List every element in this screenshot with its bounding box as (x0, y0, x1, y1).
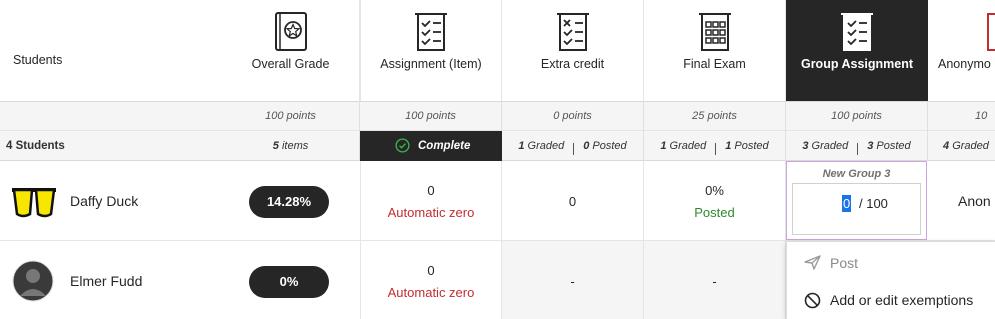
menu-item-exemptions[interactable]: Add or edit exemptions (787, 285, 995, 313)
grade-input-box[interactable]: 0 / 100 (792, 183, 921, 235)
checklist-icon (556, 13, 589, 51)
points-anonymous: 10 p (975, 110, 988, 122)
column-header-final-exam[interactable]: Final Exam (644, 0, 786, 101)
column-header-label: Assignment (Item) (380, 57, 482, 71)
student-name[interactable]: Elmer Fudd (70, 273, 142, 289)
grade-value: 0 (427, 183, 435, 198)
grade-cell[interactable]: 0 Automatic zero (360, 241, 502, 319)
posted-count: 0 (583, 140, 590, 152)
checklist-icon (841, 13, 873, 51)
graded-count: 1 (660, 140, 667, 152)
exempt-icon (804, 292, 821, 309)
graded-count: 3 (802, 140, 809, 152)
overall-items-count: 5 items (222, 131, 360, 161)
grade-value: - (570, 274, 575, 289)
divider (857, 143, 859, 155)
overall-grade-pill[interactable]: 0% (249, 266, 329, 298)
points-group-assignment: 100 points (786, 101, 928, 131)
grade-total-label: / 100 (859, 196, 888, 211)
column-header-group-assignment[interactable]: Group Assignment (786, 0, 928, 101)
assignment-status-label: Complete (418, 140, 471, 152)
graded-count: 4 (943, 140, 950, 152)
divider (715, 143, 717, 155)
posted-count: 3 (867, 140, 874, 152)
grade-value: 0 (427, 263, 435, 278)
overall-items-word: items (281, 140, 309, 152)
students-header-label: Students (13, 53, 63, 67)
column-header-extra-credit[interactable]: Extra credit (502, 0, 644, 101)
gradebook-icon (274, 12, 307, 51)
grade-options-menu: Post Add or edit exemptions (786, 241, 995, 319)
grade-value: 0 (568, 194, 577, 209)
grade-value: - (712, 274, 717, 289)
students-count: 4 Students (6, 140, 65, 152)
graded-count: 1 (518, 140, 525, 152)
column-header-anonymous[interactable]: Anonymo (928, 0, 995, 101)
graded-label: Graded (952, 140, 989, 152)
avatar-placeholder[interactable] (12, 260, 54, 302)
column-header-label: Extra credit (540, 57, 605, 71)
checklist-icon (415, 13, 447, 51)
extra-credit-summary: 1 Graded 0 Posted (502, 131, 644, 161)
posted-label: Posted (694, 205, 735, 220)
group-grade-cell-editing[interactable]: New Group 3 0 / 100 (786, 161, 927, 240)
column-header-label: Final Exam (683, 57, 746, 71)
students-header: Students (0, 0, 222, 101)
check-circle-icon (395, 138, 410, 153)
grade-cell[interactable]: - (502, 241, 644, 319)
column-header-label: Anonymo (938, 57, 991, 71)
group-assignment-summary: 3 Graded 3 Posted (786, 131, 928, 161)
menu-item-label: Add or edit exemptions (830, 292, 974, 308)
group-name-label: New Group 3 (822, 168, 891, 180)
grade-cell[interactable]: - (644, 241, 786, 319)
posted-label: Posted (592, 140, 627, 152)
menu-item-label: Post (830, 255, 859, 271)
posted-label: Posted (876, 140, 911, 152)
posted-label: Posted (734, 140, 769, 152)
anonymous-summary: 4 Graded (928, 131, 995, 161)
avatar-sunglasses[interactable] (12, 184, 56, 220)
menu-item-post[interactable]: Post (787, 248, 995, 276)
automatic-zero-label: Automatic zero (387, 285, 475, 300)
student-name[interactable]: Daffy Duck (70, 193, 138, 209)
grade-value: 0% (705, 183, 724, 198)
anonymous-icon (987, 13, 995, 51)
posted-count: 1 (725, 140, 732, 152)
graded-label: Graded (811, 140, 849, 152)
column-header-assignment[interactable]: Assignment (Item) (360, 0, 502, 101)
points-extra-credit: 0 points (502, 101, 644, 131)
automatic-zero-label: Automatic zero (387, 205, 475, 220)
graded-label: Graded (527, 140, 565, 152)
final-exam-summary: 1 Graded 1 Posted (644, 131, 786, 161)
grade-cell[interactable]: 0 (502, 161, 644, 241)
column-header-label: Overall Grade (251, 57, 330, 71)
anonymous-grade[interactable]: Anon (958, 193, 991, 209)
overall-grade-pill[interactable]: 14.28% (249, 186, 329, 218)
grade-cell[interactable]: 0 Automatic zero (360, 161, 502, 241)
send-icon (804, 255, 821, 270)
column-header-overall-grade[interactable]: Overall Grade (222, 0, 360, 101)
divider (573, 143, 575, 155)
points-overall: 100 points (222, 101, 360, 131)
column-header-label: Group Assignment (800, 57, 914, 71)
assignment-status-badge[interactable]: Complete (360, 131, 502, 161)
points-assignment: 100 points (360, 101, 502, 131)
points-final-exam: 25 points (644, 101, 786, 131)
overall-items-number: 5 (272, 140, 279, 152)
grade-cell[interactable]: 0% Posted (644, 161, 786, 241)
test-icon (698, 13, 731, 51)
graded-label: Graded (669, 140, 707, 152)
grade-input[interactable]: 0 (842, 195, 852, 212)
